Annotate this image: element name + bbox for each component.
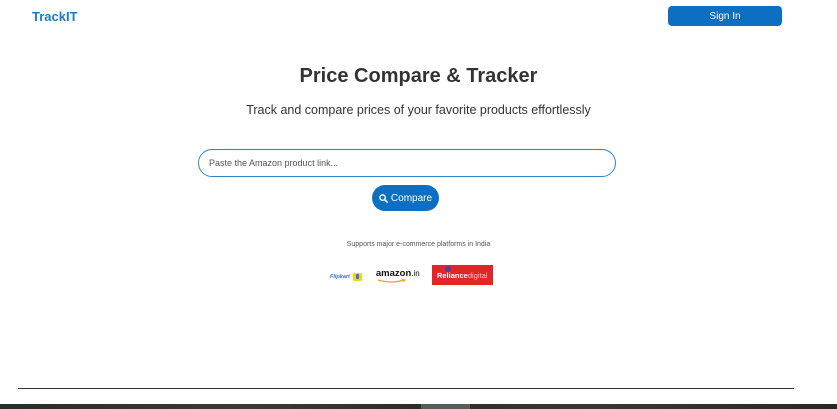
flipkart-badge-icon xyxy=(352,272,362,281)
platforms-caption: Supports major e-commerce platforms in I… xyxy=(346,241,491,248)
reliance-digital-logo: Reliance digital xyxy=(431,265,493,285)
flipkart-logo-text: Flipkart xyxy=(330,273,350,280)
platform-logos: Flipkart amazon.in Reliance digital xyxy=(330,264,493,286)
footer-divider xyxy=(18,388,794,389)
amazon-logo: amazon.in xyxy=(375,268,420,283)
flipkart-logo: Flipkart xyxy=(330,272,362,281)
compare-button[interactable]: Compare xyxy=(372,185,439,211)
reliance-mark-icon xyxy=(444,266,451,272)
reliance-logo-text: Reliance xyxy=(436,270,468,280)
amazon-smile-icon xyxy=(377,279,406,283)
taskbar-highlight xyxy=(421,404,470,409)
compare-button-label: Compare xyxy=(390,192,433,204)
amazon-logo-suffix: .in xyxy=(411,269,420,278)
product-link-input[interactable] xyxy=(198,149,616,177)
brand-logo[interactable]: TrackIT xyxy=(32,9,78,24)
search-icon xyxy=(379,193,388,203)
page-title: Price Compare & Tracker xyxy=(299,65,538,87)
sign-in-button[interactable]: Sign In xyxy=(668,6,782,26)
page: TrackIT Sign In Price Compare & Tracker … xyxy=(0,0,837,409)
reliance-logo-suffix: digital xyxy=(467,270,488,280)
page-subtitle: Track and compare prices of your favorit… xyxy=(246,103,591,117)
taskbar-strip xyxy=(0,404,837,409)
amazon-logo-text: amazon xyxy=(375,268,412,279)
